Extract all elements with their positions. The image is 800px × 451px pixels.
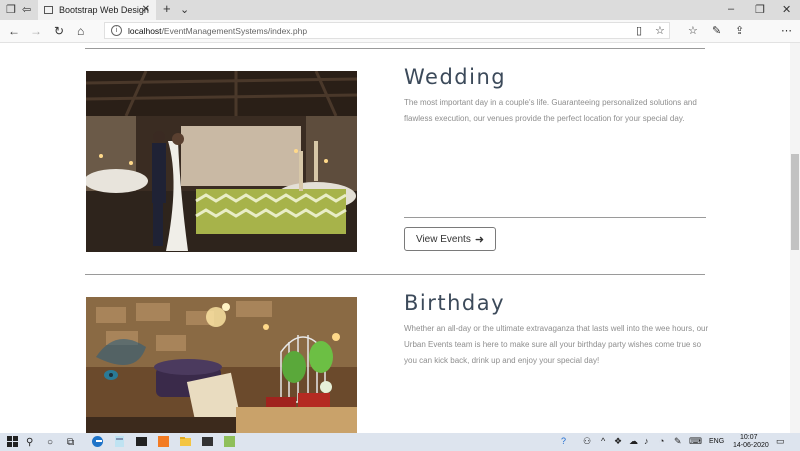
back-icon[interactable]: ← <box>8 24 20 38</box>
task-view-icon[interactable]: ⧉ <box>67 435 74 449</box>
birthday-description: Whether an all-day or the ultimate extra… <box>404 324 709 365</box>
set-aside-tabs-icon[interactable]: ⇦ <box>22 3 31 16</box>
wedding-photo <box>86 71 357 252</box>
home-icon[interactable]: ⌂ <box>77 24 84 38</box>
favorite-star-icon[interactable]: ☆ <box>655 24 665 37</box>
keyboard-icon[interactable]: ⌨ <box>689 436 702 447</box>
close-window-icon[interactable]: ✕ <box>782 3 791 16</box>
favorites-hub-icon[interactable]: ☆ <box>688 24 698 37</box>
close-tab-icon[interactable]: ✕ <box>142 4 150 15</box>
forward-icon[interactable]: → <box>30 24 42 38</box>
share-icon[interactable]: ⇪ <box>735 24 744 37</box>
help-icon[interactable]: ? <box>561 436 566 446</box>
view-events-label: View Events <box>415 233 471 245</box>
clock-time[interactable]: 10:07 <box>740 434 758 441</box>
wedding-title: Wedding <box>404 65 507 89</box>
language-indicator[interactable]: ENG <box>709 438 724 445</box>
birthday-photo <box>86 297 357 433</box>
url-host: localhost <box>128 25 162 36</box>
web-note-icon[interactable]: ✎ <box>712 24 721 37</box>
wedding-description: The most important day in a couple's lif… <box>404 98 697 123</box>
address-bar-row: ← → ↻ ⌂ i localhost/EventManagementSyste… <box>0 20 800 57</box>
browser-tab-bar: ❐ ⇦ Bootstrap Web Design ✕ + ⌄ – ❐ ✕ <box>0 0 800 20</box>
pen-icon[interactable]: ✎ <box>674 436 682 447</box>
minimize-icon[interactable]: – <box>728 3 734 15</box>
new-tab-button[interactable]: + <box>163 1 171 16</box>
clock-date[interactable]: 14-06-2020 <box>733 442 769 449</box>
site-info-icon[interactable]: i <box>111 25 122 36</box>
show-hidden-icons-chevron-icon[interactable]: ^ <box>601 436 605 446</box>
tab-list-chevron-icon[interactable]: ⌄ <box>180 3 189 16</box>
section-divider <box>85 48 705 49</box>
wedding-inner-divider <box>404 217 706 218</box>
search-icon[interactable]: ⚲ <box>26 435 33 449</box>
windows-start-icon[interactable] <box>6 435 19 448</box>
more-menu-icon[interactable]: ⋯ <box>781 24 792 37</box>
refresh-icon[interactable]: ↻ <box>54 24 64 38</box>
xampp-icon[interactable] <box>157 435 170 448</box>
volume-icon[interactable]: ♪ <box>644 436 649 446</box>
page-content: Wedding The most important day in a coup… <box>0 43 790 433</box>
notepad-icon[interactable] <box>113 435 126 448</box>
section-divider <box>85 274 705 275</box>
terminal-icon[interactable] <box>135 435 148 448</box>
edge-browser-icon[interactable] <box>91 435 104 448</box>
notifications-icon[interactable]: ▭ <box>776 436 785 447</box>
maximize-icon[interactable]: ❐ <box>755 3 765 16</box>
url-field[interactable]: i localhost/EventManagementSystems/index… <box>104 22 670 39</box>
url-path: /EventManagementSystems/index.php <box>161 25 308 36</box>
view-events-button[interactable]: View Events ➜ <box>404 227 496 251</box>
reading-view-icon[interactable]: ▯ <box>636 24 642 37</box>
scrollbar-thumb[interactable] <box>791 154 799 250</box>
tab-title: Bootstrap Web Design <box>59 5 149 15</box>
birthday-title: Birthday <box>404 291 506 315</box>
cortana-icon[interactable]: ○ <box>47 435 53 449</box>
file-explorer-icon[interactable] <box>179 435 192 448</box>
network-icon[interactable]: ◔ <box>659 436 664 446</box>
tab-actions-icon[interactable]: ❐ <box>6 3 16 16</box>
browser-tab[interactable]: Bootstrap Web Design ✕ <box>38 0 156 20</box>
editor-icon[interactable] <box>223 435 236 448</box>
page-favicon-icon <box>44 6 53 14</box>
dropbox-icon[interactable]: ❖ <box>614 436 622 447</box>
arrow-right-icon: ➜ <box>474 233 485 246</box>
onedrive-icon[interactable]: ☁ <box>629 436 638 447</box>
windows-taskbar: ⚲ ○ ⧉ ? ⚇ ^ ❖ ☁ ♪ ◔ ✎ ⌨ ENG 10:07 14-06-… <box>0 433 800 451</box>
people-icon[interactable]: ⚇ <box>583 436 591 447</box>
command-prompt-icon[interactable] <box>201 435 214 448</box>
